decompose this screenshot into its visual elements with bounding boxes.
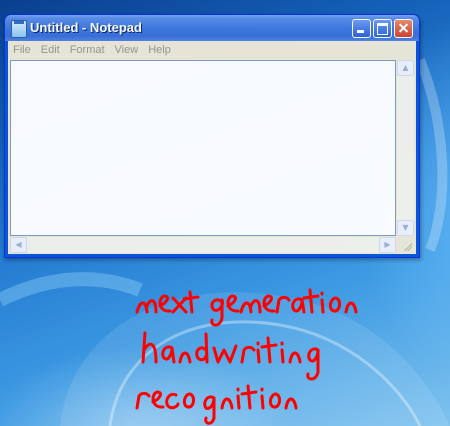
- resize-grip-icon[interactable]: [397, 237, 414, 253]
- menu-help[interactable]: Help: [143, 41, 176, 59]
- menu-format[interactable]: Format: [65, 41, 110, 59]
- vertical-scrollbar[interactable]: ▲ ▼: [397, 60, 414, 236]
- title-bar[interactable]: Untitled - Notepad: [5, 15, 419, 41]
- scroll-right-arrow-icon[interactable]: ▶: [379, 237, 396, 253]
- maximize-button[interactable]: [373, 19, 392, 38]
- menu-edit[interactable]: Edit: [36, 41, 65, 59]
- window-title: Untitled - Notepad: [30, 20, 142, 35]
- scroll-left-arrow-icon[interactable]: ◀: [10, 237, 27, 253]
- menu-bar: File Edit Format View Help: [8, 41, 416, 59]
- menu-file[interactable]: File: [8, 41, 36, 59]
- text-editor[interactable]: [10, 60, 396, 236]
- scroll-down-arrow-icon[interactable]: ▼: [397, 220, 414, 236]
- notepad-icon[interactable]: [11, 20, 27, 38]
- menu-view[interactable]: View: [110, 41, 144, 59]
- client-area: ▲ ▼ ◀ ▶: [8, 59, 416, 254]
- notepad-window[interactable]: Untitled - Notepad File Edit Format View…: [4, 14, 420, 258]
- scroll-up-arrow-icon[interactable]: ▲: [397, 60, 414, 76]
- horizontal-scrollbar[interactable]: ◀ ▶: [10, 237, 396, 253]
- minimize-button[interactable]: [352, 19, 371, 38]
- close-button[interactable]: [394, 19, 413, 38]
